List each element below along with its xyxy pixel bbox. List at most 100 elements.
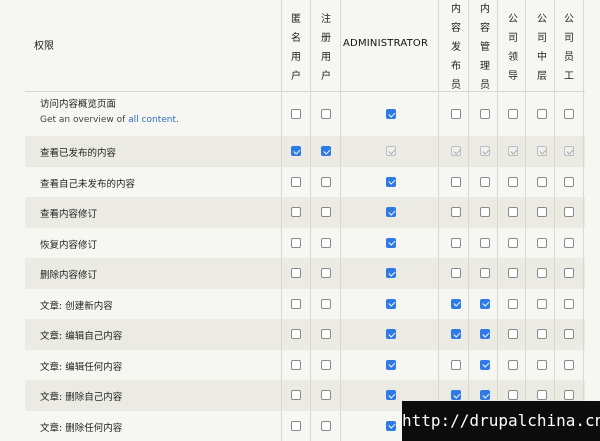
checkbox-manager[interactable] (480, 176, 490, 187)
checkbox-manager[interactable] (480, 390, 490, 400)
checkbox-middle[interactable] (537, 390, 547, 400)
permission-label: 访问内容概览页面 (40, 99, 117, 110)
checkbox-leader[interactable] (508, 207, 518, 217)
checkbox-anon[interactable] (291, 207, 301, 217)
checkbox-publisher[interactable] (451, 390, 461, 400)
checkbox-leader[interactable] (508, 390, 518, 400)
checkbox-manager[interactable] (480, 329, 490, 339)
checkbox-leader[interactable] (508, 329, 518, 339)
column-divider (583, 92, 584, 136)
column-divider (497, 258, 498, 289)
role-header-char: 司 (537, 33, 547, 44)
checkbox-publisher[interactable] (451, 359, 461, 370)
checkbox-admin[interactable] (386, 207, 396, 217)
column-divider (554, 288, 555, 319)
checkbox-staff[interactable] (564, 237, 574, 248)
checkbox-middle[interactable] (537, 268, 547, 278)
column-divider (583, 227, 584, 258)
column-divider (281, 92, 282, 136)
description-text: . (176, 115, 179, 125)
checkbox-publisher[interactable] (451, 207, 461, 217)
checkbox-manager[interactable] (480, 207, 490, 217)
checkbox-staff[interactable] (564, 359, 574, 370)
checkbox-publisher[interactable] (451, 109, 461, 119)
checkbox-leader[interactable] (508, 176, 518, 187)
all-content-link[interactable]: all content (128, 115, 176, 125)
checkbox-auth[interactable] (321, 146, 331, 156)
checkbox-auth[interactable] (321, 109, 331, 119)
checkbox-publisher[interactable] (451, 237, 461, 248)
role-header-staff: 公司员工 (564, 10, 574, 86)
checkbox-anon[interactable] (291, 176, 301, 187)
permission-label: 文章: 编辑任何内容 (40, 361, 123, 373)
role-header-char: 司 (508, 33, 518, 44)
checkbox-admin[interactable] (386, 109, 396, 119)
checkbox-middle[interactable] (537, 176, 547, 187)
checkbox-admin[interactable] (386, 268, 396, 278)
checkbox-anon[interactable] (291, 420, 301, 431)
checkbox-auth[interactable] (321, 390, 331, 400)
checkbox-auth[interactable] (321, 268, 331, 278)
checkbox-admin[interactable] (386, 298, 396, 309)
checkbox-leader[interactable] (508, 359, 518, 370)
checkbox-admin[interactable] (386, 176, 396, 187)
checkbox-admin[interactable] (386, 237, 396, 248)
checkbox-middle[interactable] (537, 359, 547, 370)
checkbox-middle[interactable] (537, 109, 547, 119)
column-divider (340, 319, 341, 350)
checkbox-manager[interactable] (480, 237, 490, 248)
checkbox-leader[interactable] (508, 109, 518, 119)
checkbox-staff[interactable] (564, 390, 574, 400)
checkbox-auth[interactable] (321, 298, 331, 309)
checkbox-anon[interactable] (291, 359, 301, 370)
column-divider (340, 166, 341, 197)
checkbox-auth[interactable] (321, 359, 331, 370)
checkbox-leader[interactable] (508, 268, 518, 278)
checkbox-anon[interactable] (291, 390, 301, 400)
checkbox-anon[interactable] (291, 268, 301, 278)
permissions-page: 权限 匿名用户注册用户 ADMINISTRATOR 内容发布员内容管理员公司领导公司… (0, 0, 600, 441)
column-divider (583, 319, 584, 350)
checkbox-staff[interactable] (564, 176, 574, 187)
checkbox-manager[interactable] (480, 268, 490, 278)
checkbox-manager[interactable] (480, 359, 490, 370)
checkbox-middle[interactable] (537, 298, 547, 309)
checkbox-leader[interactable] (508, 237, 518, 248)
checkbox-publisher[interactable] (451, 298, 461, 309)
checkbox-staff[interactable] (564, 207, 574, 217)
checkbox-auth[interactable] (321, 329, 331, 339)
checkbox-anon[interactable] (291, 237, 301, 248)
checkbox-middle[interactable] (537, 329, 547, 339)
column-divider (525, 258, 526, 289)
column-divider (525, 0, 526, 91)
checkbox-staff[interactable] (564, 298, 574, 309)
column-divider (310, 349, 311, 380)
role-header-char: 员 (564, 52, 574, 63)
checkbox-admin[interactable] (386, 329, 396, 339)
column-divider (554, 197, 555, 228)
checkbox-auth[interactable] (321, 420, 331, 431)
checkbox-middle[interactable] (537, 207, 547, 217)
column-divider (438, 92, 439, 136)
checkbox-anon[interactable] (291, 298, 301, 309)
checkbox-manager[interactable] (480, 109, 490, 119)
checkbox-admin[interactable] (386, 420, 396, 431)
checkbox-auth[interactable] (321, 207, 331, 217)
checkbox-publisher[interactable] (451, 329, 461, 339)
checkbox-staff[interactable] (564, 109, 574, 119)
checkbox-publisher[interactable] (451, 176, 461, 187)
checkbox-anon[interactable] (291, 146, 301, 156)
checkbox-admin[interactable] (386, 390, 396, 400)
checkbox-auth[interactable] (321, 176, 331, 187)
checkbox-publisher[interactable] (451, 268, 461, 278)
checkbox-anon[interactable] (291, 329, 301, 339)
checkbox-middle[interactable] (537, 237, 547, 248)
checkbox-staff[interactable] (564, 329, 574, 339)
checkbox-admin[interactable] (386, 359, 396, 370)
checkbox-staff[interactable] (564, 268, 574, 278)
checkbox-auth[interactable] (321, 237, 331, 248)
column-divider (497, 0, 498, 91)
checkbox-leader[interactable] (508, 298, 518, 309)
checkbox-anon[interactable] (291, 109, 301, 119)
checkbox-manager[interactable] (480, 298, 490, 309)
